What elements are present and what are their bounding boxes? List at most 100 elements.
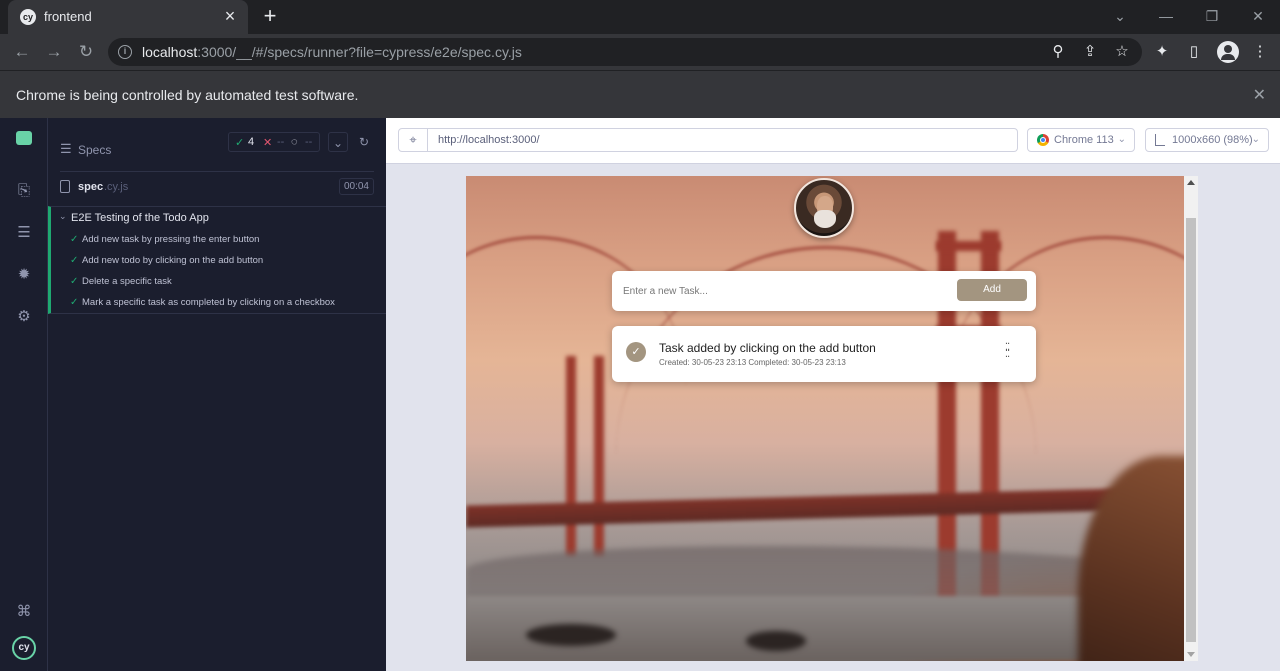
- passed-check-icon: ✓: [70, 255, 79, 266]
- automation-infobar: Chrome is being controlled by automated …: [0, 70, 1280, 118]
- debug-nav-icon[interactable]: ✹: [14, 265, 34, 285]
- user-avatar: [794, 178, 854, 238]
- aut-header: ⌖ http://localhost:3000/ Chrome 113 ⌄ 10…: [386, 118, 1280, 164]
- address-bar[interactable]: i localhost:3000/__/#/specs/runner?file=…: [108, 38, 1142, 66]
- test-row[interactable]: ✓ Mark a specific task as completed by c…: [51, 294, 381, 315]
- test-title: Add new task by pressing the enter butto…: [82, 234, 260, 245]
- passed-check-icon: ✓: [70, 276, 79, 287]
- tab-search-icon[interactable]: ⌄: [1110, 6, 1130, 26]
- viewport-label: 1000x660 (98%): [1172, 134, 1253, 146]
- chevron-down-icon[interactable]: ⌄: [59, 211, 67, 222]
- tab-close-icon[interactable]: ×: [220, 7, 240, 27]
- avatar-beard: [814, 210, 836, 228]
- test-suite: ⌄ E2E Testing of the Todo App ✓ Add new …: [48, 206, 386, 314]
- test-title: Mark a specific task as completed by cli…: [82, 297, 335, 308]
- infobar-text: Chrome is being controlled by automated …: [16, 87, 359, 103]
- keyboard-shortcuts-icon[interactable]: ⌘: [14, 602, 34, 622]
- collapse-chevron-icon[interactable]: ⌄: [328, 132, 348, 152]
- browser-tab[interactable]: cy frontend ×: [8, 0, 248, 34]
- test-title: Add new todo by clicking on the add butt…: [82, 255, 264, 266]
- pending-count: --: [305, 136, 313, 148]
- reporter-header: ☰ Specs ✓ 4 ✕ -- ◌ -- ⌄ ↻: [60, 128, 374, 172]
- url-path: :3000/__/#/specs/runner?file=cypress/e2e…: [197, 44, 522, 60]
- spec-extension: .cy.js: [104, 181, 129, 193]
- infobar-close-icon[interactable]: ✕: [1253, 85, 1266, 105]
- bridge-tower: [594, 356, 604, 556]
- chevron-down-icon: ⌄: [1251, 134, 1260, 145]
- window-close-icon[interactable]: ✕: [1248, 6, 1268, 26]
- extensions-icon[interactable]: ✦: [1152, 42, 1172, 62]
- reload-icon[interactable]: ↻: [74, 40, 98, 64]
- minimize-icon[interactable]: —: [1156, 6, 1176, 26]
- test-row[interactable]: ✓ Add new task by pressing the enter but…: [51, 231, 381, 252]
- settings-gear-icon[interactable]: ⚙: [14, 307, 34, 327]
- aut-url[interactable]: http://localhost:3000/: [428, 128, 1018, 152]
- spec-duration: 00:04: [338, 178, 374, 195]
- browser-selector[interactable]: Chrome 113 ⌄: [1027, 128, 1135, 152]
- scrollbar-thumb[interactable]: [1186, 218, 1196, 642]
- chevron-down-icon: ⌄: [1117, 134, 1126, 145]
- passed-count: 4: [248, 136, 255, 148]
- address-url[interactable]: localhost:3000/__/#/specs/runner?file=cy…: [142, 44, 522, 60]
- rock: [526, 624, 616, 646]
- failed-count: --: [277, 136, 285, 148]
- cypress-logo-icon[interactable]: cy: [12, 636, 36, 660]
- bridge-tower: [566, 356, 576, 556]
- viewport-icon: [1155, 134, 1165, 146]
- passed-check-icon: ✓: [70, 234, 79, 245]
- task-text: Task added by clicking on the add button: [659, 341, 876, 355]
- browser-toolbar: ← → ↻ i localhost:3000/__/#/specs/runner…: [0, 34, 1280, 70]
- passed-check-icon: ✓: [235, 137, 245, 149]
- rerun-icon[interactable]: ↻: [354, 132, 374, 152]
- suite-title: E2E Testing of the Todo App: [71, 212, 209, 224]
- browser-titlebar: cy frontend × + ⌄ — ❐ ✕: [0, 0, 1280, 34]
- specs-nav-icon[interactable]: ⎘: [14, 181, 34, 201]
- restore-icon[interactable]: ❐: [1202, 6, 1222, 26]
- suite-header[interactable]: ⌄ E2E Testing of the Todo App: [51, 211, 381, 227]
- scroll-up-icon[interactable]: [1187, 180, 1195, 185]
- completed-check-icon[interactable]: ✓: [626, 342, 646, 362]
- info-icon[interactable]: i: [118, 45, 132, 59]
- test-stats: ✓ 4 ✕ -- ◌ --: [228, 132, 320, 152]
- reporter-panel: ☰ Specs ✓ 4 ✕ -- ◌ -- ⌄ ↻ spec .cy.js 00…: [48, 118, 386, 671]
- file-icon: [60, 180, 70, 193]
- profile-icon[interactable]: [1217, 41, 1239, 63]
- pending-circle-icon: ◌: [291, 136, 298, 148]
- project-logo-icon[interactable]: [16, 131, 32, 145]
- zoom-icon[interactable]: ⚲: [1048, 42, 1068, 62]
- spec-file-row: spec .cy.js 00:04: [60, 176, 374, 202]
- new-task-input[interactable]: [612, 271, 942, 311]
- viewport-info[interactable]: 1000x660 (98%) ⌄: [1145, 128, 1269, 152]
- test-row[interactable]: ✓ Add new todo by clicking on the add bu…: [51, 252, 381, 273]
- side-panel-icon[interactable]: ▯: [1184, 42, 1204, 62]
- failed-x-icon: ✕: [263, 137, 273, 149]
- spec-name: spec: [78, 181, 104, 193]
- bridge-tower: [936, 241, 1001, 251]
- cypress-favicon-icon: cy: [20, 9, 36, 25]
- menu-icon[interactable]: ⋮: [1250, 42, 1270, 62]
- scroll-down-icon[interactable]: [1187, 652, 1195, 657]
- new-task-form: Add: [612, 271, 1036, 311]
- browser-label: Chrome 113: [1054, 134, 1114, 146]
- specs-label[interactable]: Specs: [78, 143, 111, 157]
- add-task-button[interactable]: Add: [957, 279, 1027, 301]
- app-iframe: Add ✓ Task added by clicking on the add …: [466, 176, 1198, 661]
- chrome-icon: [1037, 134, 1049, 146]
- rock: [746, 631, 806, 651]
- iframe-scrollbar[interactable]: [1184, 176, 1198, 661]
- test-title: Delete a specific task: [82, 276, 172, 287]
- share-icon[interactable]: ⇪: [1080, 42, 1100, 62]
- passed-check-icon: ✓: [70, 297, 79, 308]
- star-icon[interactable]: ☆: [1112, 42, 1132, 62]
- test-row[interactable]: ✓ Delete a specific task: [51, 273, 381, 294]
- specs-list-icon[interactable]: ☰: [60, 141, 72, 157]
- forward-icon[interactable]: →: [42, 40, 66, 64]
- selector-playground-icon[interactable]: ⌖: [398, 128, 428, 152]
- tab-title: frontend: [44, 9, 92, 24]
- url-host: localhost: [142, 44, 198, 60]
- runs-nav-icon[interactable]: ☰: [14, 223, 34, 243]
- cypress-sidebar: ⎘ ☰ ✹ ⚙ ⌘ cy: [0, 118, 48, 671]
- back-icon[interactable]: ←: [10, 40, 34, 64]
- new-tab-icon[interactable]: +: [258, 5, 282, 29]
- drag-handle-icon[interactable]: ⁚⁚ ⁚⁚: [1002, 343, 1012, 360]
